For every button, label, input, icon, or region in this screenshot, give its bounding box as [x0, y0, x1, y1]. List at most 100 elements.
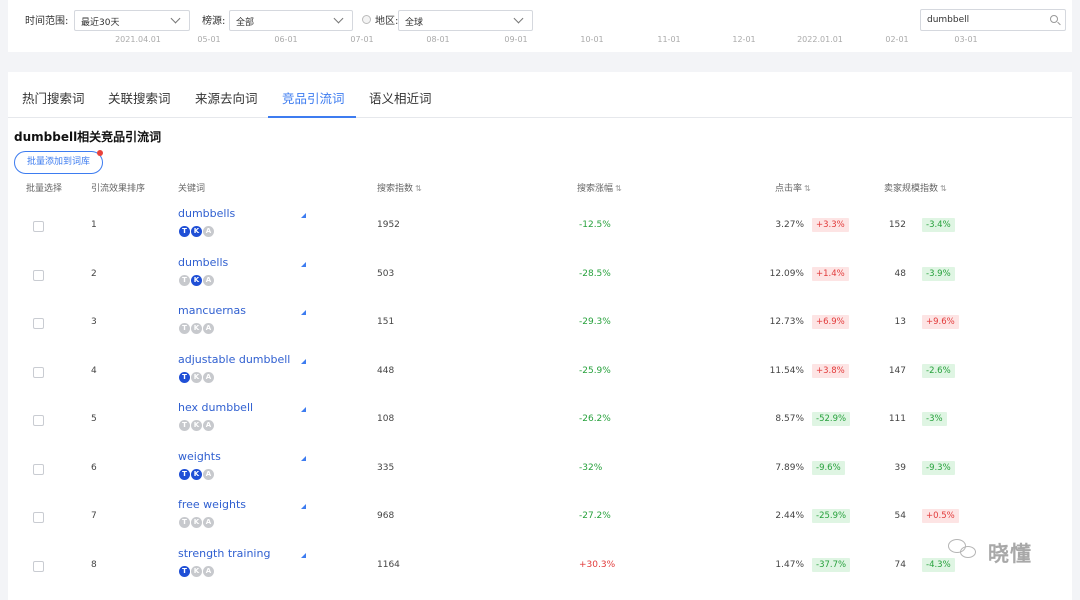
row-checkbox[interactable]: [33, 270, 44, 281]
badge-k-icon: K: [191, 517, 202, 528]
badge-a-icon: A: [203, 323, 214, 334]
row-checkbox[interactable]: [33, 415, 44, 426]
row-checkbox[interactable]: [33, 367, 44, 378]
seller-scale-cell: 152: [888, 220, 906, 230]
keyword-badges: TKA: [179, 275, 215, 286]
trend-triangle-icon[interactable]: [301, 213, 306, 218]
keyword-badges: TKA: [179, 323, 215, 334]
trend-triangle-icon[interactable]: [301, 359, 306, 364]
row-checkbox[interactable]: [33, 512, 44, 523]
table-row: 4 adjustable dumbbell T K A 448 -25.9% 11.54% +3…: [8, 347, 1072, 395]
sort-icon[interactable]: ⇅: [615, 184, 622, 193]
seller-scale-cell: 147: [888, 366, 906, 376]
badge-a-icon: A: [203, 420, 214, 431]
trend-triangle-icon[interactable]: [301, 553, 306, 558]
rank-cell: 2: [91, 269, 97, 279]
seller-change-chip: -2.6%: [922, 364, 955, 378]
tab-source-destination[interactable]: 来源去向词: [195, 88, 258, 107]
region-select[interactable]: 全球: [398, 10, 533, 31]
header-search-volume[interactable]: 搜索指数 ⇅: [377, 181, 422, 194]
tab-semantic-similar[interactable]: 语义相近词: [369, 88, 432, 107]
badge-t-icon: T: [179, 372, 190, 383]
tab-hot-search[interactable]: 热门搜索词: [22, 88, 85, 107]
time-range-select[interactable]: 最近30天: [74, 10, 190, 31]
chevron-down-icon: [170, 13, 181, 24]
axis-tick-label: 05-01: [197, 35, 221, 44]
keyword-link[interactable]: dumbells: [178, 256, 228, 269]
region-radio[interactable]: [362, 15, 371, 24]
filter-bar: 时间范围: 最近30天 榜源: 全部 地区: 全球 dumbbell 2021.…: [8, 0, 1072, 52]
search-growth-cell: -12.5%: [579, 220, 611, 230]
row-checkbox[interactable]: [33, 318, 44, 329]
keyword-link[interactable]: dumbbells: [178, 207, 235, 220]
rank-cell: 4: [91, 366, 97, 376]
trend-triangle-icon[interactable]: [301, 407, 306, 412]
keyword-badges: TKA: [179, 226, 215, 237]
table-row: 8 strength training T K A 1164 +30.3% 1.47% -37.…: [8, 541, 1072, 589]
chevron-down-icon: [333, 13, 344, 24]
search-input[interactable]: dumbbell: [920, 9, 1066, 31]
rank-cell: 6: [91, 463, 97, 473]
badge-t-icon: T: [179, 226, 190, 237]
seller-scale-cell: 48: [894, 269, 906, 279]
ctr-change-chip: +1.4%: [812, 267, 849, 281]
trend-triangle-icon[interactable]: [301, 262, 306, 267]
table-row: 1 dumbbells T K A 1952 -12.5% 3.27% +3.3% 152 -3.4…: [8, 201, 1072, 249]
keyword-link[interactable]: weights: [178, 450, 221, 463]
badge-t-icon: T: [179, 323, 190, 334]
watermark-text: 晓懂: [988, 542, 1032, 566]
header-search-growth[interactable]: 搜索涨幅 ⇅: [577, 181, 622, 194]
keyword-link[interactable]: mancuernas: [178, 304, 246, 317]
row-checkbox[interactable]: [33, 221, 44, 232]
search-icon[interactable]: [1050, 15, 1058, 23]
batch-add-button[interactable]: 批量添加到词库: [14, 151, 103, 174]
table-row: 6 weights T K A 335 -32% 7.89% -9.6% 39 -9.3%: [8, 444, 1072, 492]
keyword-link[interactable]: free weights: [178, 498, 246, 511]
seller-scale-cell: 74: [894, 560, 906, 570]
tab-related-search[interactable]: 关联搜索词: [108, 88, 171, 107]
trend-triangle-icon[interactable]: [301, 504, 306, 509]
ctr-change-chip: +3.3%: [812, 218, 849, 232]
tab-competitor-traffic[interactable]: 竞品引流词: [282, 88, 345, 107]
category-select[interactable]: 全部: [229, 10, 353, 31]
badge-k-icon: K: [191, 420, 202, 431]
badge-k-icon: K: [191, 469, 202, 480]
axis-tick-label: 2021.04.01: [115, 35, 161, 44]
search-growth-cell: -28.5%: [579, 269, 611, 279]
row-checkbox[interactable]: [33, 464, 44, 475]
header-batch-select: 批量选择: [26, 184, 63, 194]
sort-icon[interactable]: ⇅: [415, 184, 422, 193]
table-row: 3 mancuernas T K A 151 -29.3% 12.73% +6.9% 13 +9.6…: [8, 298, 1072, 346]
trend-triangle-icon[interactable]: [301, 310, 306, 315]
badge-a-icon: A: [203, 517, 214, 528]
search-growth-cell: -25.9%: [579, 366, 611, 376]
keyword-link[interactable]: strength training: [178, 547, 270, 560]
main-panel: 热门搜索词 关联搜索词 来源去向词 竞品引流词 语义相近词 dumbbell相关…: [8, 72, 1072, 600]
seller-scale-cell: 13: [894, 317, 906, 327]
search-growth-cell: -26.2%: [579, 414, 611, 424]
search-volume-cell: 503: [377, 269, 395, 279]
search-growth-cell: +30.3%: [579, 560, 616, 570]
region-value: 全球: [405, 18, 424, 28]
header-ctr[interactable]: 点击率 ⇅: [775, 181, 811, 194]
table-row: 7 free weights T K A 968 -27.2% 2.44% -25.9% 54 +0…: [8, 492, 1072, 540]
badge-k-icon: K: [191, 323, 202, 334]
rank-cell: 5: [91, 414, 97, 424]
keyword-badges: TKA: [179, 372, 215, 383]
search-growth-cell: -32%: [579, 463, 603, 473]
sort-icon[interactable]: ⇅: [804, 184, 811, 193]
sort-icon[interactable]: ⇅: [940, 184, 947, 193]
seller-scale-cell: 54: [894, 511, 906, 521]
badge-t-icon: T: [179, 517, 190, 528]
rank-cell: 8: [91, 560, 97, 570]
row-checkbox[interactable]: [33, 561, 44, 572]
keyword-link[interactable]: hex dumbbell: [178, 401, 253, 414]
keyword-link[interactable]: adjustable dumbbell: [178, 353, 290, 366]
badge-a-icon: A: [203, 566, 214, 577]
trend-triangle-icon[interactable]: [301, 456, 306, 461]
seller-change-chip: -3%: [922, 412, 947, 426]
seller-change-chip: -3.9%: [922, 267, 955, 281]
header-seller-scale[interactable]: 卖家规模指数 ⇅: [884, 181, 947, 194]
seller-change-chip: -9.3%: [922, 461, 955, 475]
badge-k-icon: K: [191, 226, 202, 237]
